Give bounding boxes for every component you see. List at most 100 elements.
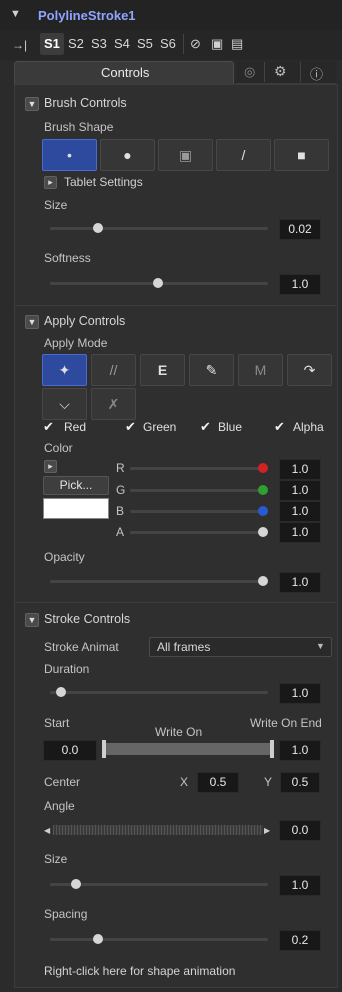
spacing-value[interactable]: 0.2 (279, 930, 321, 951)
stroke-animation-value: All frames (157, 640, 211, 654)
write-on-range-bar[interactable] (104, 743, 274, 755)
emboss-icon: E (157, 362, 168, 378)
version-s2[interactable]: S2 (68, 36, 84, 51)
node-title: PolylineStroke1 (38, 8, 136, 23)
blue-value[interactable]: 1.0 (279, 501, 321, 522)
settings-tab-icon[interactable]: ⚙ (274, 63, 287, 80)
apply-mode-wire-button[interactable]: ✗ (91, 388, 136, 420)
inspector-panel: ▼ PolylineStroke1 →| S1 S2 S3 S4 S5 S6 ⊘… (0, 0, 342, 992)
write-on-label: Write On (155, 725, 203, 739)
stroke-size-slider[interactable] (50, 883, 268, 886)
opacity-slider-knob[interactable] (258, 576, 268, 586)
brush-shape-single-pixel-button[interactable]: / (216, 139, 271, 171)
softness-value[interactable]: 1.0 (279, 274, 321, 295)
softness-slider-knob[interactable] (153, 278, 163, 288)
blue-slider[interactable] (130, 510, 267, 513)
alpha-label: Alpha (293, 420, 324, 434)
green-slider-knob[interactable] (258, 485, 268, 495)
size-slider-knob[interactable] (93, 223, 103, 233)
alpha-checkbox[interactable]: ✔ (274, 419, 285, 435)
apply-mode-smear-button[interactable]: ↷ (287, 354, 332, 386)
green-value[interactable]: 1.0 (279, 480, 321, 501)
center-y-value[interactable]: 0.5 (280, 772, 320, 793)
brush-controls-toggle[interactable]: ▼ (25, 97, 39, 111)
write-on-end-handle[interactable] (270, 740, 274, 758)
opacity-value[interactable]: 1.0 (279, 572, 321, 593)
center-y-label: Y (264, 775, 273, 789)
spacing-slider[interactable] (50, 938, 268, 941)
color-expand-toggle[interactable]: ▸ (44, 460, 57, 473)
red-label: Red (64, 420, 87, 434)
pen-brush-icon: / (241, 147, 246, 163)
stroke-size-value[interactable]: 1.0 (279, 875, 321, 896)
brush-shape-soft-button[interactable]: • (42, 139, 97, 171)
pick-button[interactable]: Pick... (43, 476, 109, 495)
alpha-slider-knob[interactable] (258, 527, 268, 537)
spacing-slider-knob[interactable] (93, 934, 103, 944)
stamp-icon: ⌵ (59, 396, 70, 412)
lock-icon[interactable]: ▣ (211, 36, 223, 52)
soft-brush-icon: • (67, 147, 72, 163)
version-s4[interactable]: S4 (114, 36, 130, 51)
apply-mode-stamp-button[interactable]: ⌵ (42, 388, 87, 420)
stroke-controls-title: Stroke Controls (44, 612, 131, 626)
version-s1[interactable]: S1 (44, 36, 60, 51)
modifiers-tab-icon[interactable]: ◎ (244, 64, 255, 80)
tablet-settings-label[interactable]: Tablet Settings (64, 175, 143, 189)
stroke-size-slider-knob[interactable] (71, 879, 81, 889)
brush-shape-image-button[interactable]: ▣ (158, 139, 213, 171)
duration-slider-knob[interactable] (56, 687, 66, 697)
chevron-down-icon[interactable]: ▼ (10, 8, 21, 20)
apply-mode-clone-button[interactable]: // (91, 354, 136, 386)
start-label: Start (44, 716, 70, 730)
green-checkbox[interactable]: ✔ (125, 419, 136, 435)
size-value[interactable]: 0.02 (279, 219, 321, 240)
version-s5[interactable]: S5 (137, 36, 153, 51)
brush-shape-circle-button[interactable]: ● (100, 139, 155, 171)
softness-label: Softness (44, 251, 91, 265)
red-slider[interactable] (130, 467, 267, 470)
center-x-value[interactable]: 0.5 (197, 772, 239, 793)
angle-value[interactable]: 0.0 (279, 820, 321, 841)
alpha-slider[interactable] (130, 531, 267, 534)
stroke-controls-toggle[interactable]: ▼ (25, 613, 39, 627)
duration-value[interactable]: 1.0 (279, 683, 321, 704)
apply-mode-emboss-button[interactable]: E (140, 354, 185, 386)
disable-icon[interactable]: ⊘ (190, 36, 201, 52)
save-icon[interactable]: ▤ (231, 36, 243, 52)
red-slider-knob[interactable] (258, 463, 268, 473)
apply-mode-color-button[interactable]: ✦ (42, 354, 87, 386)
blue-slider-knob[interactable] (258, 506, 268, 516)
write-on-start-value[interactable]: 0.0 (43, 740, 97, 761)
green-slider[interactable] (130, 489, 267, 492)
alpha-value[interactable]: 1.0 (279, 522, 321, 543)
brush-shape-label: Brush Shape (44, 120, 114, 134)
version-s3[interactable]: S3 (91, 36, 107, 51)
version-s6[interactable]: S6 (160, 36, 176, 51)
b-label: B (116, 504, 125, 518)
angle-right-arrow-icon[interactable]: ▶ (264, 826, 270, 835)
pin-icon[interactable]: →| (12, 38, 27, 52)
apply-mode-erase-button[interactable]: ✎ (189, 354, 234, 386)
smear-icon: ↷ (303, 362, 316, 378)
red-value[interactable]: 1.0 (279, 459, 321, 480)
shape-animation-hint[interactable]: Right-click here for shape animation (44, 964, 235, 978)
duration-slider[interactable] (50, 691, 268, 694)
info-tab-icon[interactable]: ⓘ (310, 64, 323, 83)
angle-thumbwheel[interactable] (53, 825, 263, 835)
write-on-end-value[interactable]: 1.0 (279, 740, 321, 761)
duration-label: Duration (44, 662, 90, 676)
angle-left-arrow-icon[interactable]: ◀ (44, 826, 50, 835)
write-on-start-handle[interactable] (102, 740, 106, 758)
opacity-slider[interactable] (50, 580, 268, 583)
brush-shape-square-button[interactable]: ■ (274, 139, 329, 171)
blue-checkbox[interactable]: ✔ (200, 419, 211, 435)
blue-label: Blue (218, 420, 243, 434)
red-checkbox[interactable]: ✔ (43, 419, 54, 435)
apply-mode-merge-button[interactable]: M (238, 354, 283, 386)
apply-controls-toggle[interactable]: ▼ (25, 315, 39, 329)
size-slider[interactable] (50, 227, 268, 230)
color-swatch[interactable] (43, 498, 109, 519)
tab-divider-1 (264, 62, 265, 82)
tablet-settings-toggle[interactable]: ▸ (44, 176, 57, 189)
